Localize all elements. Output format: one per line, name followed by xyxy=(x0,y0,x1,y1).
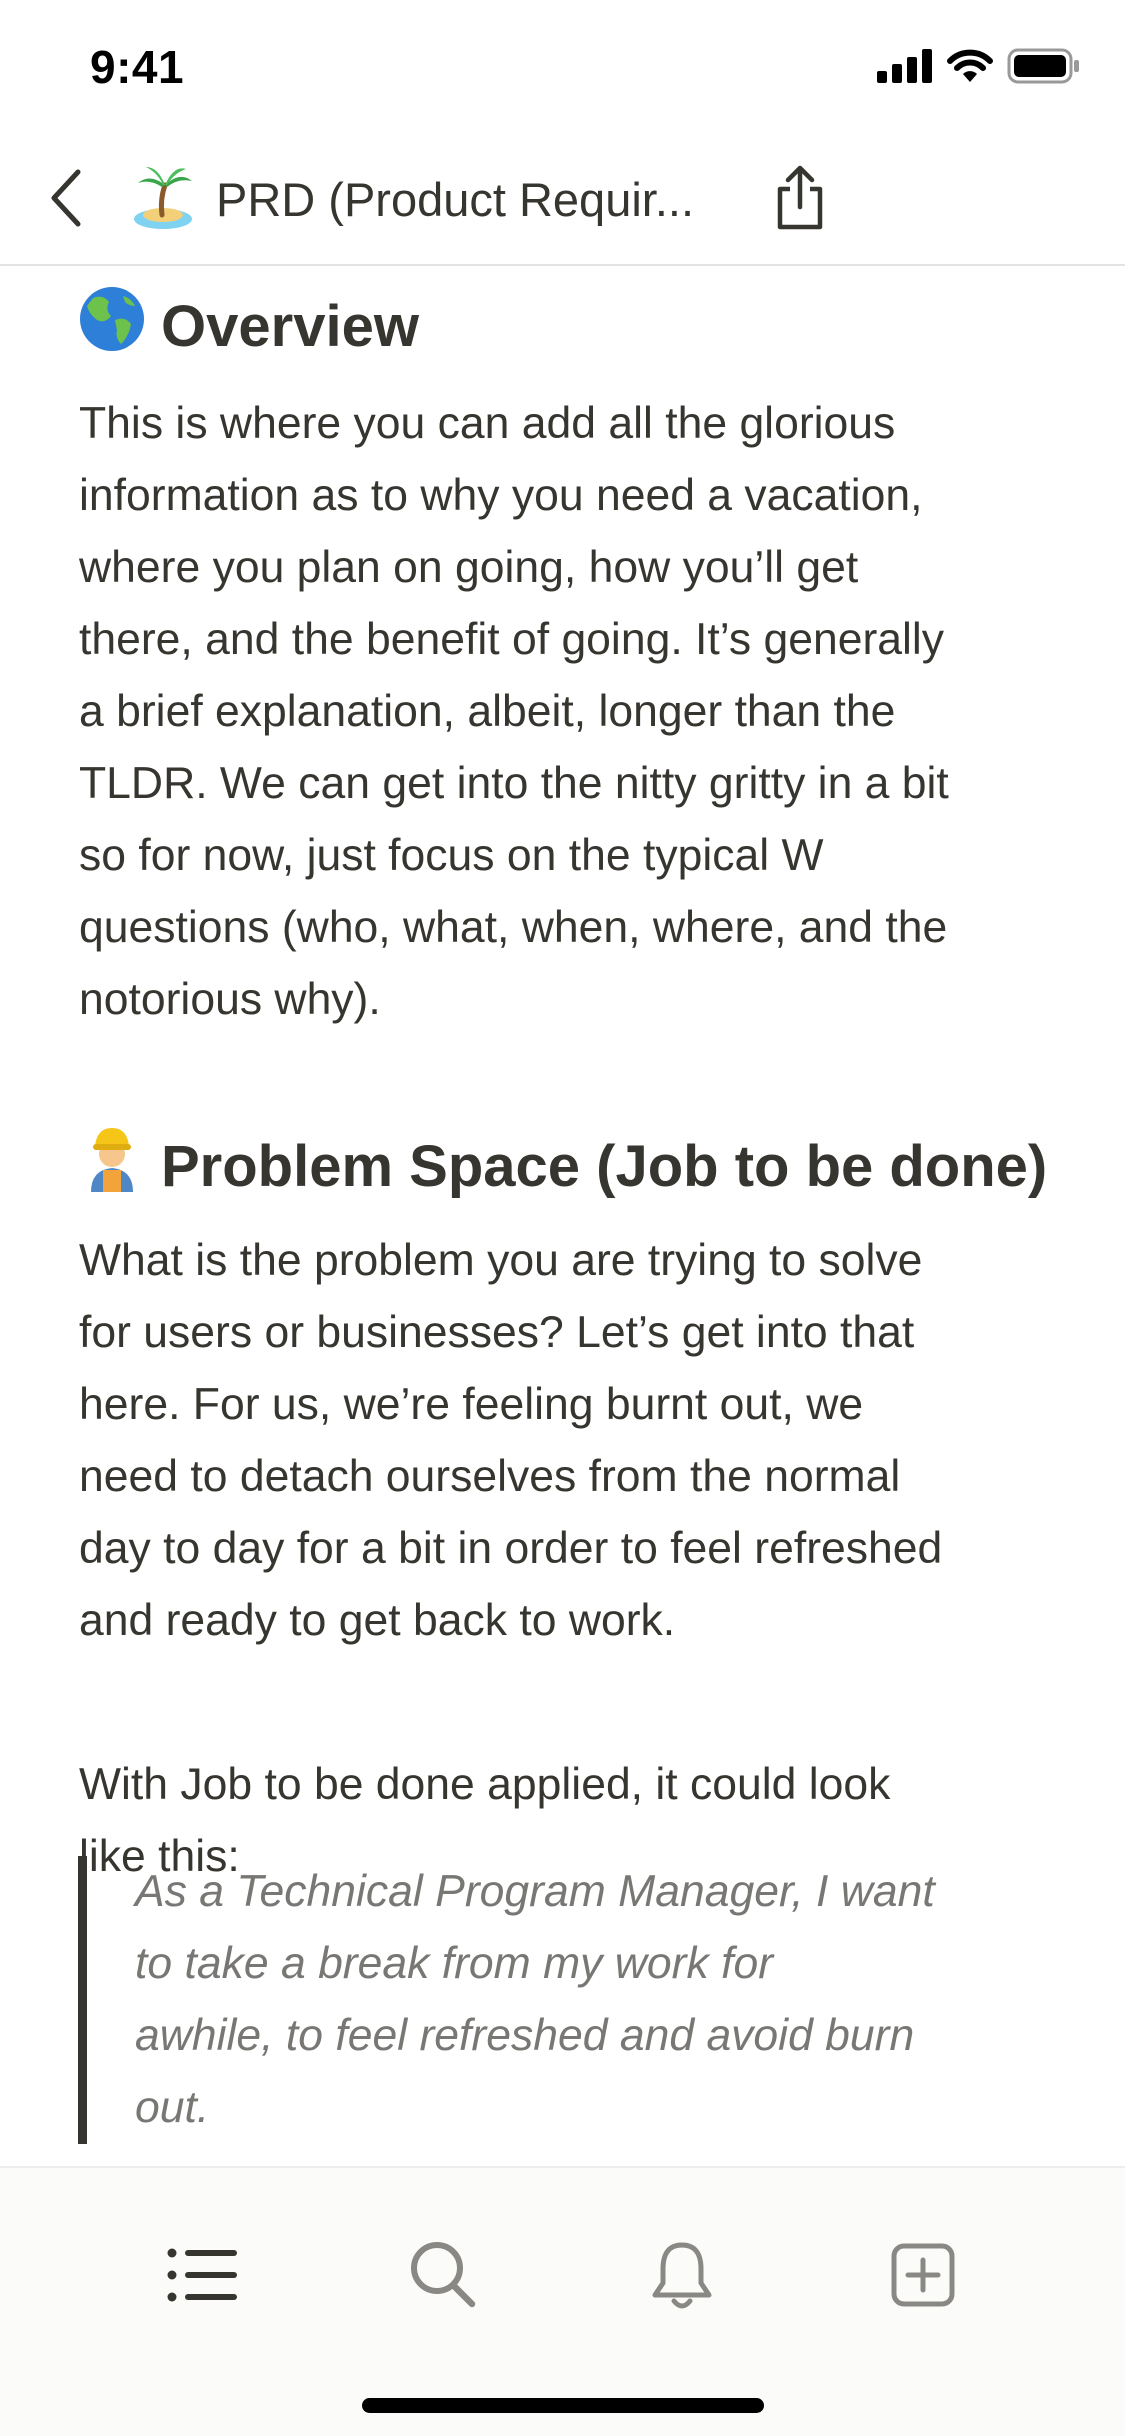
sidebar-button[interactable] xyxy=(157,2232,247,2322)
text-line: where you plan on going, how you’ll get xyxy=(79,543,859,592)
text-line: for users or businesses? Let’s get into … xyxy=(79,1308,915,1357)
text-line: need to detach ourselves from the normal xyxy=(79,1452,901,1501)
problem-space-paragraph: What is the problem you are trying to so… xyxy=(79,1225,1059,1657)
overview-heading: Overview xyxy=(79,286,419,366)
status-time: 9:41 xyxy=(90,41,185,93)
text-line: day to day for a bit in order to feel re… xyxy=(79,1524,943,1573)
screen: 9:41 PRD (Product Requir... Overview Thi… xyxy=(0,0,1125,2436)
share-button[interactable] xyxy=(762,156,838,244)
text-line: This is where you can add all the glorio… xyxy=(79,399,896,448)
bottom-toolbar xyxy=(0,2166,1125,2436)
share-icon xyxy=(772,165,828,236)
new-page-button[interactable] xyxy=(878,2232,968,2322)
bell-icon xyxy=(649,2239,715,2316)
quote-line: As a Technical Program Manager, I want xyxy=(135,1867,935,1916)
construction-worker-emoji xyxy=(79,1124,145,1208)
quote-line: out. xyxy=(135,2083,210,2132)
text-line: information as to why you need a vacatio… xyxy=(79,471,923,520)
problem-space-heading: Problem Space (Job to be done) xyxy=(79,1124,1047,1208)
quote-block: As a Technical Program Manager, I want t… xyxy=(135,1856,1035,2144)
quote-bar xyxy=(78,1856,87,2144)
globe-emoji xyxy=(79,286,145,366)
navigation-bar: PRD (Product Requir... xyxy=(0,132,1125,266)
text-line: a brief explanation, albeit, longer than… xyxy=(79,687,896,736)
new-page-icon xyxy=(891,2243,955,2312)
cellular-signal-icon xyxy=(877,49,933,88)
wifi-icon xyxy=(947,49,993,88)
chevron-left-icon xyxy=(46,168,86,233)
list-icon xyxy=(167,2248,237,2307)
search-button[interactable] xyxy=(398,2232,488,2322)
text-line: questions (who, what, when, where, and t… xyxy=(79,903,948,952)
text-line: there, and the benefit of going. It’s ge… xyxy=(79,615,945,664)
notifications-button[interactable] xyxy=(637,2232,727,2322)
back-button[interactable] xyxy=(26,160,106,240)
status-icons xyxy=(877,48,1081,89)
page-title[interactable]: PRD (Product Requir... xyxy=(216,172,716,227)
desert-island-emoji[interactable] xyxy=(132,163,194,231)
text-line: TLDR. We can get into the nitty gritty i… xyxy=(79,759,949,808)
overview-heading-text: Overview xyxy=(161,293,419,359)
page-content[interactable]: Overview This is where you can add all t… xyxy=(0,266,1125,2166)
text-line: notorious why). xyxy=(79,975,381,1024)
quote-line: awhile, to feel refreshed and avoid burn xyxy=(135,2011,915,2060)
battery-icon xyxy=(1007,48,1081,89)
problem-space-heading-text: Problem Space (Job to be done) xyxy=(161,1133,1048,1199)
text-line: and ready to get back to work. xyxy=(79,1596,676,1645)
status-bar: 9:41 xyxy=(0,0,1125,132)
quote-line: to take a break from my work for xyxy=(135,1939,774,1988)
search-icon xyxy=(409,2240,477,2315)
text-line: so for now, just focus on the typical W xyxy=(79,831,824,880)
text-line: What is the problem you are trying to so… xyxy=(79,1236,923,1285)
text-line: With Job to be done applied, it could lo… xyxy=(79,1760,891,1809)
text-line: here. For us, we’re feeling burnt out, w… xyxy=(79,1380,864,1429)
home-indicator[interactable] xyxy=(362,2398,764,2413)
overview-paragraph: This is where you can add all the glorio… xyxy=(79,388,1059,1036)
